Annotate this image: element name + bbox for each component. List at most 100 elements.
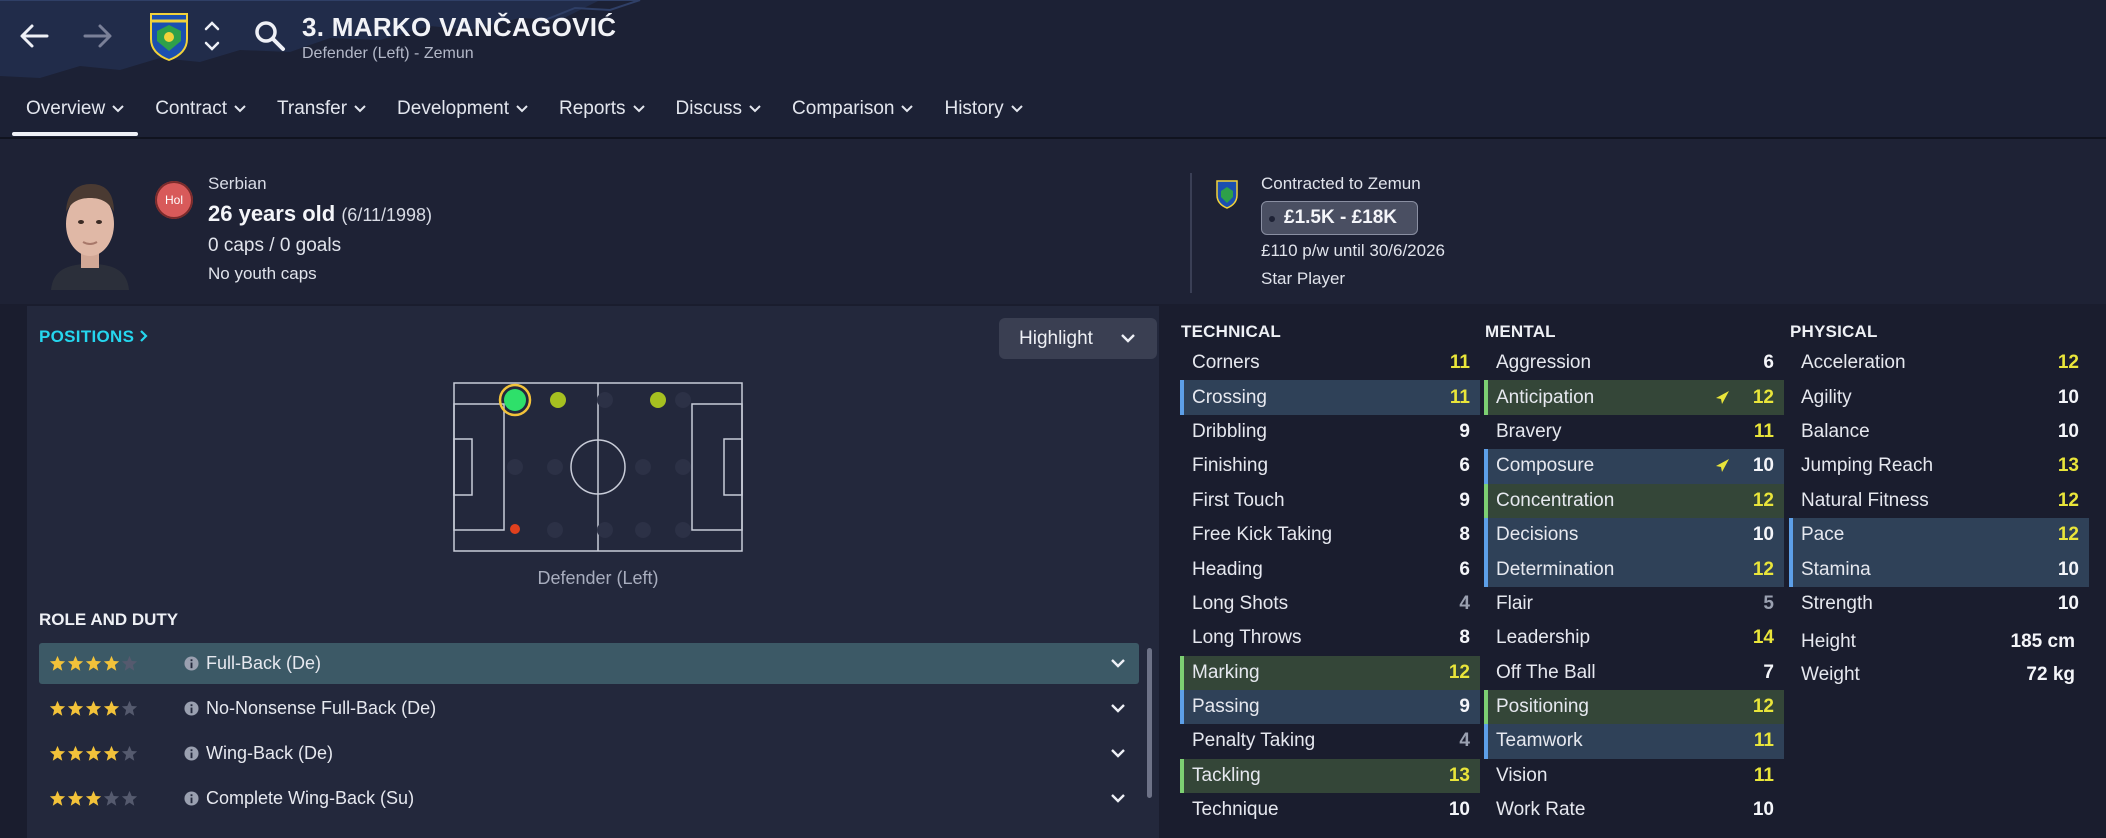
search-icon[interactable]: [252, 18, 288, 54]
club-crest-small-icon[interactable]: [1215, 179, 1239, 209]
attribute-name: Stamina: [1801, 558, 1871, 580]
attribute-row[interactable]: Crossing 11: [1180, 380, 1480, 416]
role-row[interactable]: No-Nonsense Full-Back (De): [39, 688, 1139, 729]
attribute-name: Determination: [1496, 558, 1615, 580]
physical-attributes: PHYSICAL Acceleration 12 Agility 10 Balance 1…: [1789, 322, 2089, 691]
attribute-row[interactable]: Anticipation 12: [1484, 380, 1784, 416]
attribute-row[interactable]: Passing 9: [1180, 689, 1480, 725]
chevron-down-icon: [1121, 334, 1135, 343]
positions-link[interactable]: POSITIONS: [39, 327, 149, 347]
role-row[interactable]: Full-Back (De): [39, 643, 1139, 684]
info-icon[interactable]: [184, 656, 199, 671]
attribute-row[interactable]: Natural Fitness 12: [1789, 484, 2089, 518]
position-dot-competent[interactable]: [650, 392, 666, 408]
attribute-row[interactable]: First Touch 9: [1180, 484, 1480, 518]
attribute-value: 12: [1752, 558, 1774, 580]
weight-row: Weight 72 kg: [1789, 658, 2089, 691]
attribute-row[interactable]: Heading 6: [1180, 552, 1480, 586]
attribute-row[interactable]: Free Kick Taking 8: [1180, 518, 1480, 552]
youth-caps: No youth caps: [208, 264, 317, 283]
tab-discuss[interactable]: Discuss: [662, 90, 776, 128]
attribute-value: 4: [1459, 730, 1470, 752]
attribute-row[interactable]: Stamina 10: [1789, 552, 2089, 588]
attribute-row[interactable]: Technique 10: [1180, 793, 1480, 827]
chevron-down-icon: [901, 105, 914, 113]
personality-badge[interactable]: Hol: [155, 181, 193, 219]
star-empty-icon: [121, 655, 138, 671]
role-row[interactable]: Wing-Back (De): [39, 733, 1139, 774]
attribute-row[interactable]: Pace 12: [1789, 517, 2089, 553]
chevron-down-icon[interactable]: [1111, 749, 1125, 758]
attribute-row[interactable]: Aggression 6: [1484, 346, 1784, 380]
attribute-row[interactable]: Concentration 12: [1484, 483, 1784, 519]
attribute-value: 12: [1752, 489, 1774, 511]
position-dot-competent[interactable]: [550, 392, 566, 408]
attribute-row[interactable]: Flair 5: [1484, 587, 1784, 621]
star-filled-icon: [49, 790, 66, 806]
wage-info: £110 p/w until 30/6/2026: [1261, 241, 1445, 260]
attribute-row[interactable]: Leadership 14: [1484, 621, 1784, 655]
forward-button[interactable]: [76, 14, 120, 58]
role-list-scrollbar[interactable]: [1147, 648, 1152, 798]
attribute-row[interactable]: Long Throws 8: [1180, 621, 1480, 655]
tab-history[interactable]: History: [930, 90, 1036, 128]
star-filled-icon: [85, 790, 102, 806]
age: 26 years old (6/11/1998): [208, 201, 433, 226]
attribute-row[interactable]: Positioning 12: [1484, 689, 1784, 725]
up-down-switch-icon[interactable]: [201, 16, 223, 56]
tab-development[interactable]: Development: [383, 90, 542, 128]
value-tag[interactable]: £1.5K - £18K: [1261, 201, 1419, 235]
back-button[interactable]: [12, 14, 56, 58]
header-bar: 3. MARKO VANČAGOVIĆ Defender (Left) - Ze…: [0, 0, 2106, 139]
attribute-row[interactable]: Determination 12: [1484, 552, 1784, 588]
attribute-row[interactable]: Long Shots 4: [1180, 587, 1480, 621]
info-icon[interactable]: [184, 791, 199, 806]
chevron-down-icon: [112, 105, 124, 113]
attribute-row[interactable]: Balance 10: [1789, 415, 2089, 449]
attribute-row[interactable]: Dribbling 9: [1180, 415, 1480, 449]
info-icon[interactable]: [184, 746, 199, 761]
star-filled-icon: [49, 655, 66, 671]
attribute-name: Leadership: [1496, 627, 1591, 649]
attribute-row[interactable]: Corners 11: [1180, 346, 1480, 380]
chevron-down-icon[interactable]: [1111, 659, 1125, 668]
tab-reports[interactable]: Reports: [545, 90, 659, 128]
attribute-name: Finishing: [1192, 455, 1269, 477]
attribute-row[interactable]: Teamwork 11: [1484, 724, 1784, 760]
attribute-row[interactable]: Marking 12: [1180, 655, 1480, 691]
attribute-row[interactable]: Bravery 11: [1484, 415, 1784, 449]
chevron-down-icon[interactable]: [1111, 794, 1125, 803]
weight-label: Weight: [1801, 663, 1860, 685]
attribute-row[interactable]: Vision 11: [1484, 759, 1784, 793]
position-dot-natural[interactable]: [504, 389, 526, 411]
role-row[interactable]: Complete Wing-Back (Su): [39, 778, 1139, 819]
attribute-row[interactable]: Finishing 6: [1180, 449, 1480, 483]
tab-overview[interactable]: Overview: [12, 90, 139, 136]
attribute-row[interactable]: Tackling 13: [1180, 758, 1480, 794]
attribute-row[interactable]: Jumping Reach 13: [1789, 449, 2089, 483]
attribute-value: 6: [1459, 558, 1470, 580]
attribute-row[interactable]: Agility 10: [1789, 380, 2089, 414]
tab-comparison[interactable]: Comparison: [778, 90, 927, 128]
attribute-row[interactable]: Work Rate 10: [1484, 793, 1784, 827]
tab-bar: Overview Contract Transfer Development R…: [12, 90, 1040, 136]
attribute-value: 10: [1448, 799, 1470, 821]
tab-contract[interactable]: Contract: [141, 90, 260, 128]
attribute-row[interactable]: Strength 10: [1789, 587, 2089, 621]
chevron-down-icon: [632, 105, 645, 113]
star-filled-icon: [49, 700, 66, 716]
chevron-down-icon[interactable]: [1111, 704, 1125, 713]
highlight-dropdown[interactable]: Highlight: [999, 318, 1157, 359]
attribute-row[interactable]: Off The Ball 7: [1484, 656, 1784, 690]
attribute-row[interactable]: Penalty Taking 4: [1180, 724, 1480, 758]
attribute-value: 13: [2057, 455, 2079, 477]
attribute-row[interactable]: Acceleration 12: [1789, 346, 2089, 380]
club-crest-icon[interactable]: [147, 11, 191, 61]
position-dot-weak[interactable]: [510, 524, 520, 534]
tab-transfer[interactable]: Transfer: [263, 90, 380, 128]
attribute-row[interactable]: Decisions 10: [1484, 517, 1784, 553]
star-filled-icon: [103, 745, 120, 761]
attribute-row[interactable]: Composure 10: [1484, 449, 1784, 484]
info-icon[interactable]: [184, 701, 199, 716]
weight-value: 72 kg: [2026, 663, 2075, 685]
